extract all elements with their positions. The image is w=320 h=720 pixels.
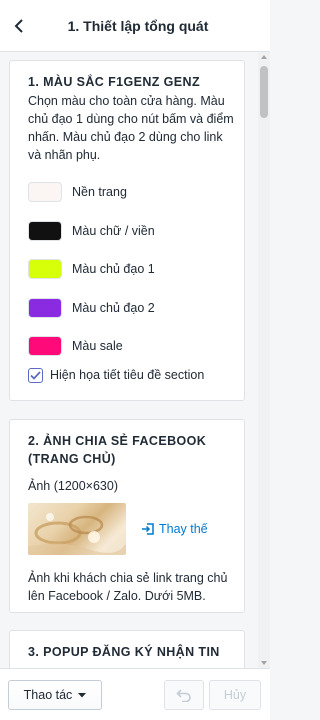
caret-down-icon	[78, 692, 87, 697]
settings-scroll-area[interactable]: 1. MÀU SẮC F1GENZ GENZ Chọn màu cho toàn…	[0, 52, 270, 668]
color-label: Nền trang	[72, 185, 127, 200]
color-settings-card: 1. MÀU SẮC F1GENZ GENZ Chọn màu cho toàn…	[9, 60, 245, 401]
section-title: 3. POPUP ĐĂNG KÝ NHẬN TIN	[28, 645, 220, 659]
color-row-primary-2[interactable]: Màu chủ đạo 2	[28, 289, 234, 328]
jewelry-image	[28, 513, 126, 555]
color-row-page-bg[interactable]: Nền trang	[28, 173, 234, 212]
undo-button[interactable]	[164, 680, 204, 710]
section-pattern-checkbox[interactable]	[28, 367, 43, 383]
color-label: Màu chủ đạo 2	[72, 300, 155, 315]
color-label: Màu chữ / viền	[72, 223, 155, 238]
color-list: Nền trang Màu chữ / viền Màu chủ đạo 1 M…	[28, 173, 234, 366]
checkbox-label: Hiện họa tiết tiêu đề section	[50, 368, 205, 382]
color-swatch[interactable]	[28, 336, 62, 357]
chevron-left-icon	[14, 19, 23, 33]
color-swatch[interactable]	[28, 182, 62, 203]
color-swatch[interactable]	[28, 259, 62, 280]
scroll-up-icon[interactable]	[258, 52, 270, 62]
footer-bar: Thao tác Hủy	[0, 668, 270, 720]
replace-icon	[142, 523, 154, 535]
color-swatch[interactable]	[28, 297, 62, 318]
color-label: Màu chủ đạo 1	[72, 262, 155, 277]
replace-label: Thay thế	[159, 522, 208, 536]
color-row-text-border[interactable]: Màu chữ / viền	[28, 212, 234, 251]
cancel-label: Hủy	[223, 688, 247, 702]
newsletter-popup-card: 3. POPUP ĐĂNG KÝ NHẬN TIN	[9, 630, 245, 668]
header: 1. Thiết lập tổng quát	[0, 0, 270, 52]
section-description: Chọn màu cho toàn cửa hàng. Màu chủ đạo …	[28, 94, 234, 162]
color-row-sale[interactable]: Màu sale	[28, 327, 234, 366]
section-title: 2. ẢNH CHIA SẺ FACEBOOK (TRANG CHỦ)	[28, 434, 207, 466]
scrollbar-thumb[interactable]	[260, 66, 268, 118]
scrollbar[interactable]	[258, 52, 270, 668]
actions-label: Thao tác	[23, 688, 73, 702]
color-label: Màu sale	[72, 339, 123, 354]
undo-icon	[176, 689, 191, 702]
section-title: 1. MÀU SẮC F1GENZ GENZ	[28, 75, 201, 89]
checkmark-icon	[30, 370, 41, 380]
scroll-down-icon[interactable]	[258, 658, 270, 668]
cancel-button[interactable]: Hủy	[209, 680, 261, 710]
share-image-thumbnail	[28, 503, 126, 555]
color-swatch[interactable]	[28, 220, 62, 241]
actions-dropdown-button[interactable]: Thao tác	[8, 680, 102, 710]
image-label: Ảnh (1200×630)	[28, 479, 119, 493]
color-row-primary-1[interactable]: Màu chủ đạo 1	[28, 250, 234, 289]
section-help-text: Ảnh khi khách chia sẻ link trang chủ lên…	[28, 571, 228, 603]
back-button[interactable]	[8, 14, 30, 38]
page-title: 1. Thiết lập tổng quát	[67, 17, 209, 34]
facebook-share-card: 2. ẢNH CHIA SẺ FACEBOOK (TRANG CHỦ) Ảnh …	[9, 419, 245, 613]
replace-image-button[interactable]: Thay thế	[141, 522, 208, 536]
section-pattern-checkbox-row[interactable]: Hiện họa tiết tiêu đề section	[28, 367, 234, 383]
